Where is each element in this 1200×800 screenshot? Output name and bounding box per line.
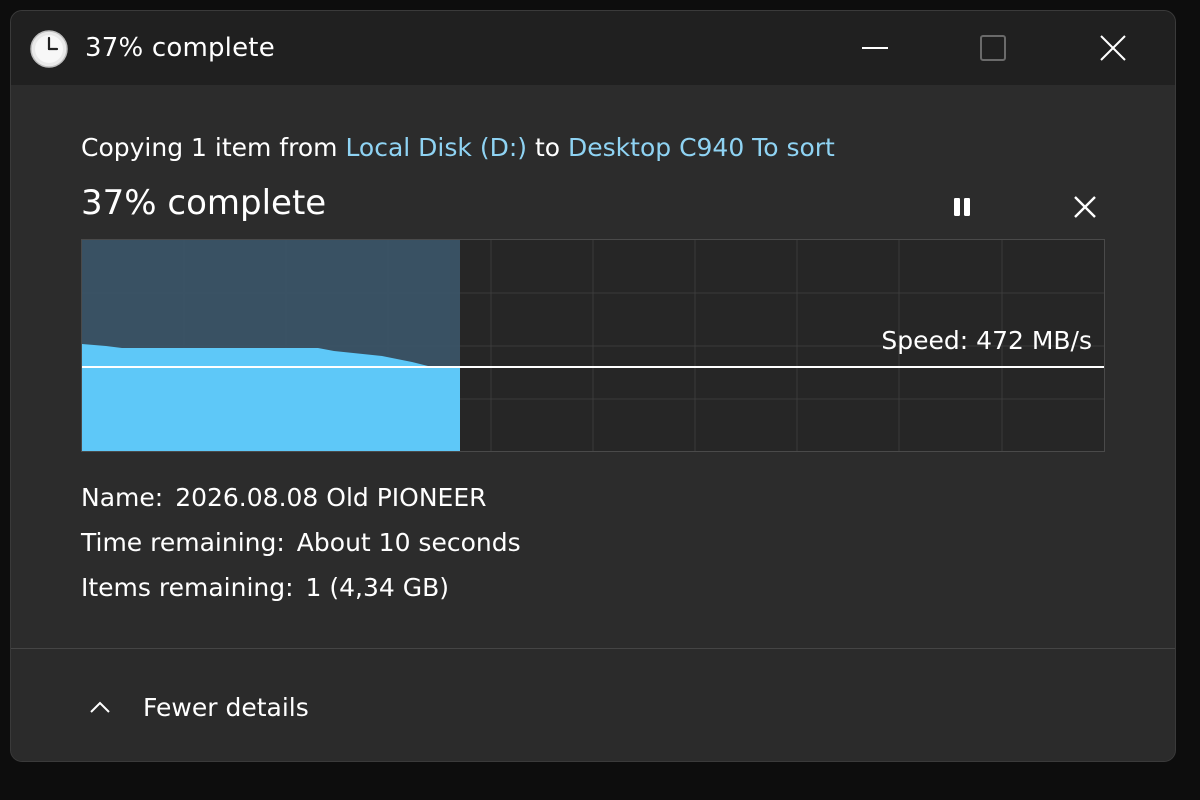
pause-button[interactable] [940, 185, 984, 229]
maximize-button[interactable] [961, 25, 1025, 71]
name-label: Name: [81, 483, 164, 512]
copy-middle-text: to [527, 133, 569, 162]
time-remaining-value: About 10 seconds [296, 528, 521, 557]
name-row: Name: 2026.08.08 Old PIONEER [81, 483, 521, 528]
progress-heading: 37% complete [81, 183, 327, 223]
copy-progress-dialog: 37% complete Copying 1 item from Local D… [10, 10, 1176, 762]
items-remaining-row: Items remaining: 1 (4,34 GB) [81, 573, 521, 618]
minimize-button[interactable] [843, 25, 907, 71]
cancel-icon [1074, 196, 1096, 218]
transfer-details: Name: 2026.08.08 Old PIONEER Time remaini… [81, 483, 521, 618]
destination-link[interactable]: Desktop C940 To sort [568, 133, 835, 162]
minimize-icon [862, 47, 888, 49]
dialog-footer: Fewer details [11, 649, 1175, 761]
dialog-content: Copying 1 item from Local Disk (D:) to D… [11, 85, 1175, 649]
source-link[interactable]: Local Disk (D:) [345, 133, 527, 162]
transfer-speed-graph: Speed: 472 MB/s [81, 239, 1105, 452]
items-remaining-value: 1 (4,34 GB) [305, 573, 450, 602]
copy-description: Copying 1 item from Local Disk (D:) to D… [81, 133, 835, 162]
items-remaining-label: Items remaining: [81, 573, 294, 602]
time-remaining-label: Time remaining: [81, 528, 285, 557]
title-bar[interactable]: 37% complete [11, 11, 1175, 85]
time-remaining-row: Time remaining: About 10 seconds [81, 528, 521, 573]
close-icon [1100, 35, 1126, 61]
cancel-copy-button[interactable] [1063, 185, 1107, 229]
chevron-up-icon [90, 701, 110, 713]
copy-prefix-text: Copying 1 item from [81, 133, 346, 162]
close-window-button[interactable] [1081, 25, 1145, 71]
name-value: 2026.08.08 Old PIONEER [175, 483, 487, 512]
window-title: 37% complete [85, 33, 275, 63]
pause-icon [954, 198, 970, 216]
speed-label: Speed: 472 MB/s [881, 326, 1092, 355]
fewer-details-button[interactable]: Fewer details [83, 687, 309, 727]
maximize-icon [980, 35, 1006, 61]
fewer-details-label: Fewer details [143, 692, 309, 722]
clock-icon [30, 30, 68, 68]
